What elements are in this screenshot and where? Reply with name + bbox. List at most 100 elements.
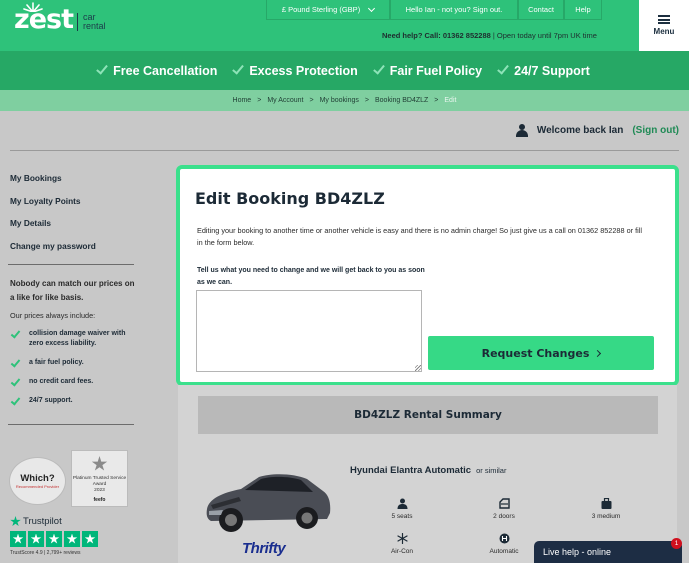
opening-hours: | Open today until 7pm UK time [490,31,597,40]
spec-label: 2 doors [493,513,515,520]
car-title: Hyundai Elantra Automatic or similar [350,465,506,476]
person-icon [397,498,407,509]
logo-sub-rental: rental [83,21,106,31]
which-badge: Which? Recommended Provider [9,457,66,505]
door-icon [498,498,510,509]
breadcrumb-booking[interactable]: Booking BD4ZLZ [375,97,428,104]
menu-label: Menu [653,27,675,36]
rental-summary: BD4ZLZ Rental Summary Thrifty Hyundai El… [178,385,677,563]
welcome-text: Welcome back Ian [536,125,624,136]
which-title: Which? [20,473,55,484]
live-help-badge-count: 1 [674,540,679,547]
breadcrumb-separator: > [364,97,369,104]
contact-label: Contact [528,5,554,14]
include-item: collision damage waiver with zero excess… [10,328,135,349]
breadcrumb-separator: > [257,97,262,104]
hello-sign-out-link[interactable]: Hello Ian - not you? Sign out. [390,0,518,20]
breadcrumb-my-account[interactable]: My Account [267,97,303,104]
star-icon [10,531,26,547]
request-changes-label: Request Changes [481,346,590,360]
car-similar: or similar [476,466,507,475]
which-text: Recommended Provider [15,484,60,489]
spec-seats: 5 seats [372,498,432,520]
logo-burst-icon [23,2,43,12]
breadcrumb-my-bookings[interactable]: My bookings [320,97,359,104]
welcome-bar: Welcome back Ian (Sign out) [515,124,679,137]
sidebar-item-loyalty-points[interactable]: My Loyalty Points [10,195,135,218]
spec-label: 5 seats [391,513,413,520]
spec-luggage: 3 medium [576,498,636,520]
luggage-icon [601,498,611,509]
check-icon [10,376,21,387]
breadcrumb-home[interactable]: Home [233,97,252,104]
award-badges: Which? Recommended Provider Platinum Tru… [9,450,134,510]
logo-word: zest [14,2,74,33]
sign-out-link[interactable]: (Sign out) [632,125,679,136]
spec-label: 3 medium [591,513,621,520]
contact-link[interactable]: Contact [518,0,564,20]
live-help-label: Live help - online [543,547,612,557]
spec-aircon: Air-Con [372,533,432,555]
spec-transmission: Automatic [474,533,534,555]
sidebar-item-change-password[interactable]: Change my password [10,240,135,263]
check-icon [10,328,21,339]
sidebar-divider [8,264,134,265]
divider [10,150,679,151]
feature-label: 24/7 Support [514,63,590,78]
logo-subtitle: car rental [77,13,106,31]
breadcrumb: Home > My Account > My bookings > Bookin… [0,90,689,111]
currency-selector[interactable]: £ Pound Sterling (GBP) [266,0,390,20]
include-item: a fair fuel policy. [10,357,135,368]
chevron-down-icon [368,4,376,12]
include-text: a fair fuel policy. [29,359,84,366]
trustpilot-widget[interactable]: Trustpilot TrustScore 4.9 | 2,799+ revie… [10,516,98,556]
check-icon [10,395,21,406]
trustpilot-name: Trustpilot [23,516,62,527]
supplier-logo: Thrifty [242,540,286,557]
feature-support: 24/7 Support [497,62,590,78]
top-utility-bar: £ Pound Sterling (GBP) Hello Ian - not y… [266,0,602,20]
menu-button[interactable]: Menu [639,0,689,51]
star-icon [82,531,98,547]
snowflake-icon [396,533,408,544]
resize-handle-icon[interactable] [415,365,421,371]
live-help-badge: 1 [671,538,682,549]
help-label: Help [575,5,591,14]
hamburger-icon [658,15,670,24]
star-icon [64,531,80,547]
trustpilot-score: TrustScore 4.9 | 2,799+ reviews [10,550,81,556]
edit-booking-panel: Edit Booking BD4ZLZ Editing your booking… [176,165,679,386]
star-icon [46,531,62,547]
trustpilot-header: Trustpilot [10,516,98,527]
need-help-phone-number[interactable]: Need help? Call: 01362 852288 [382,31,491,40]
need-help-phone[interactable]: Need help? Call: 01362 852288 | Open tod… [382,31,597,40]
hello-text: Hello Ian - not you? Sign out. [405,5,503,14]
feature-label: Free Cancellation [113,63,218,78]
features-bar: Free Cancellation Excess Protection Fair… [0,51,689,90]
feefo-text: Platinum Trusted Service Award [72,476,127,487]
breadcrumb-current: Edit [444,97,457,104]
feefo-year: 2023 [94,488,105,493]
help-link[interactable]: Help [564,0,602,20]
feature-fair-fuel: Fair Fuel Policy [372,62,483,78]
sidebar-item-my-bookings[interactable]: My Bookings [10,172,135,195]
zest-logo[interactable]: zest car rental [14,2,106,33]
feature-free-cancellation: Free Cancellation [96,62,218,78]
include-text: collision damage waiver with zero excess… [29,330,126,347]
feature-label: Fair Fuel Policy [389,63,483,78]
request-changes-button[interactable]: Request Changes [428,336,654,370]
live-help-button[interactable]: Live help - online [534,541,682,563]
sidebar-divider [8,424,134,425]
spec-doors: 2 doors [474,498,534,520]
check-icon [497,62,509,75]
breadcrumb-separator: > [434,97,439,104]
sidebar-item-my-details[interactable]: My Details [10,217,135,240]
includes-heading: Our prices always include: [10,311,96,320]
trustpilot-star-icon [10,516,21,527]
change-request-label: Tell us what you need to change and we w… [197,267,425,286]
check-icon [96,62,108,75]
change-request-textarea[interactable] [196,290,422,372]
include-item: 24/7 support. [10,395,135,406]
edit-description: Editing your booking to another time or … [197,226,642,247]
spec-label: Automatic [489,548,519,555]
